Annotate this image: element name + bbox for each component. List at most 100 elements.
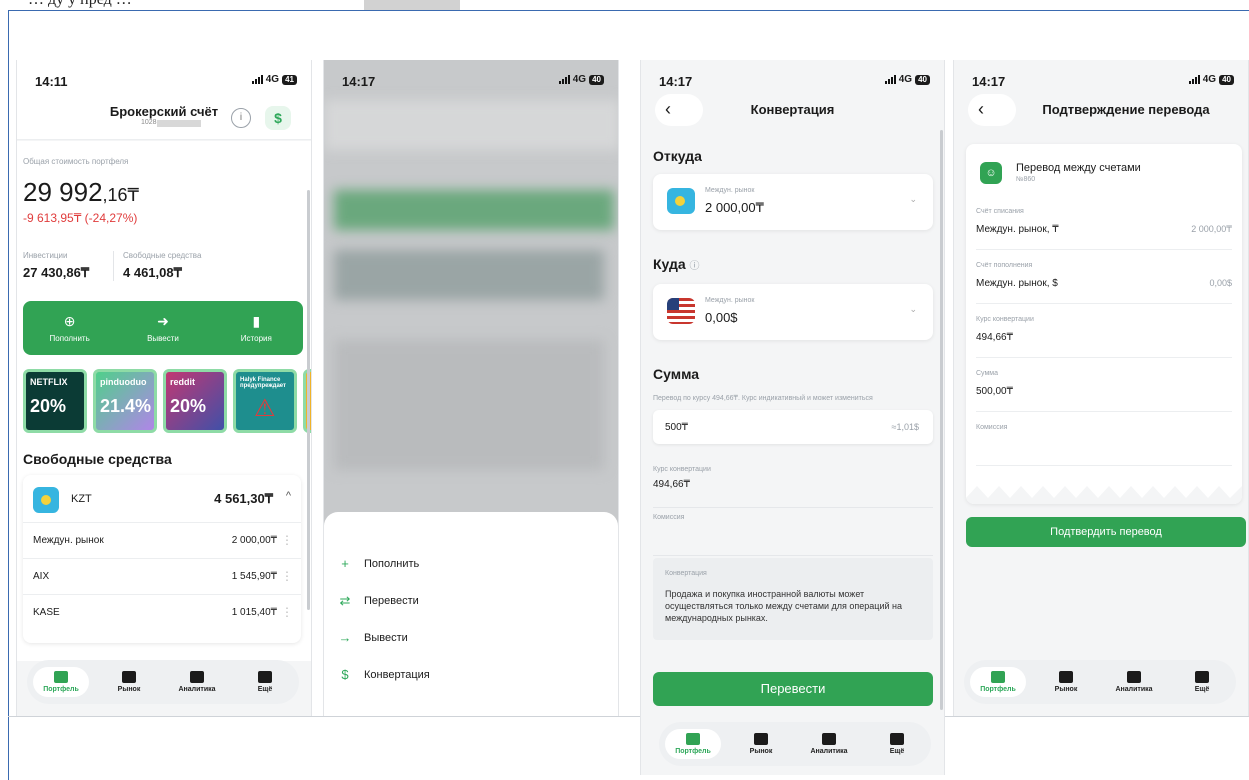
- info-icon[interactable]: i: [231, 108, 251, 128]
- to-account-select[interactable]: Междун. рынок 0,00$ ⌄: [653, 284, 933, 340]
- status-time: 14:17: [659, 74, 693, 89]
- free-funds-label: Свободные средства: [123, 251, 202, 260]
- battery-icon: 40: [915, 74, 930, 85]
- detail-row: Комиссия: [976, 416, 1232, 466]
- more-icon[interactable]: ⋮: [281, 569, 293, 583]
- promo-banner[interactable]: Halyk Finance предупреждает ⚠: [233, 369, 297, 433]
- tab-market[interactable]: Рынок: [733, 729, 789, 759]
- transfer-icon: ⇄: [339, 593, 351, 608]
- chart-icon: [122, 671, 136, 683]
- network-label: 4G: [1202, 74, 1217, 85]
- more-icon[interactable]: ⋮: [281, 605, 293, 619]
- chevron-left-icon: ‹: [978, 99, 984, 119]
- portfolio-value: 29 992,16₸: [23, 177, 140, 207]
- amount-input[interactable]: 500₸ ≈1,01$: [653, 410, 933, 444]
- confirm-transfer-button[interactable]: Подтвердить перевод: [966, 517, 1246, 547]
- signal-icon: [251, 75, 263, 84]
- investments-label: Инвестиции: [23, 251, 68, 260]
- tab-market[interactable]: Рынок: [1038, 667, 1094, 697]
- plus-icon: +: [341, 556, 349, 571]
- status-time: 14:11: [35, 74, 68, 89]
- currency-row[interactable]: KZT 4 561,30₸ ^: [23, 475, 301, 523]
- network-label: 4G: [898, 74, 913, 85]
- transfer-button[interactable]: Перевести: [653, 672, 933, 706]
- warning-icon: ⚠: [254, 395, 276, 422]
- deposit-button[interactable]: ⊕ Пополнить: [30, 313, 110, 343]
- battery-icon: 40: [1219, 74, 1234, 85]
- chevron-down-icon: ⌄: [909, 194, 917, 204]
- redacted-block: [157, 120, 201, 127]
- tab-more[interactable]: Ещё: [237, 667, 293, 697]
- arrow-right-circle-icon: ➜: [157, 313, 169, 329]
- menu-item-conversion[interactable]: $ Конвертация: [338, 667, 429, 682]
- document-icon: ▮: [252, 313, 261, 329]
- action-bar: ⊕ Пополнить ➜ Вывести ▮ История: [23, 301, 303, 355]
- confirmation-card: ☺ Перевод между счетами №860 Счёт списан…: [966, 144, 1242, 504]
- chart-icon: [754, 733, 768, 745]
- menu-item-withdraw[interactable]: → Вывести: [338, 630, 408, 645]
- currency-icon[interactable]: $: [265, 106, 291, 130]
- bottom-tab-bar: Портфель Рынок Аналитика Ещё: [964, 660, 1236, 704]
- chart-icon: [1059, 671, 1073, 683]
- list-item[interactable]: KASE 1 015,40₸ ⋮: [23, 595, 301, 631]
- back-button[interactable]: ‹: [655, 94, 703, 126]
- usa-flag-icon: [667, 298, 695, 324]
- account-number: 1028: [141, 119, 157, 126]
- portfolio-body: Общая стоимость портфеля 29 992,16₸ -9 6…: [17, 141, 311, 661]
- tab-portfolio[interactable]: Портфель: [665, 729, 721, 759]
- transfer-number: №860: [1016, 176, 1036, 183]
- tab-more[interactable]: Ещё: [869, 729, 925, 759]
- phone-portfolio: 14:11 4G 41 Брокерский счёт 1028 i $ Обща…: [16, 60, 312, 716]
- tab-portfolio[interactable]: Портфель: [33, 667, 89, 697]
- bottom-tab-bar: Портфель Рынок Аналитика Ещё: [27, 660, 299, 704]
- menu-item-deposit[interactable]: + Пополнить: [338, 556, 419, 571]
- menu-item-transfer[interactable]: ⇄ Перевести: [338, 593, 419, 609]
- section-title: Свободные средства: [23, 451, 172, 467]
- portfolio-change: -9 613,95₸ (-24,27%): [23, 211, 138, 225]
- from-account-select[interactable]: Междун. рынок 2 000,00₸ ⌄: [653, 174, 933, 230]
- back-button[interactable]: ‹: [968, 94, 1016, 126]
- history-button[interactable]: ▮ История: [216, 313, 296, 343]
- chevron-up-icon[interactable]: ^: [286, 490, 291, 502]
- scrollbar[interactable]: [940, 130, 943, 710]
- document-fragment: … ду у пред …: [0, 0, 1249, 10]
- more-icon[interactable]: ⋮: [281, 533, 293, 547]
- promo-banner[interactable]: NETFLIX 20%: [23, 369, 87, 433]
- investments-value: 27 430,86₸: [23, 265, 90, 280]
- tab-analytics[interactable]: Аналитика: [801, 729, 857, 759]
- promo-banner[interactable]: reddit 20%: [163, 369, 227, 433]
- promo-banner[interactable]: pinduoduo 21.4%: [93, 369, 157, 433]
- exchange-icon: $: [341, 667, 349, 682]
- news-icon: [190, 671, 204, 683]
- signal-icon: [1188, 75, 1200, 84]
- network-label: 4G: [265, 74, 280, 85]
- phone-action-menu: 14:17 4G 40 + Пополнить ⇄ Перевести → Вывест…: [323, 60, 619, 716]
- divider: [8, 716, 1249, 717]
- receipt-edge: [966, 486, 1242, 504]
- network-label: 4G: [572, 74, 587, 85]
- divider: [113, 251, 114, 281]
- list-item[interactable]: Междун. рынок 2 000,00₸ ⋮: [23, 523, 301, 559]
- kazakhstan-flag-icon: [33, 487, 59, 513]
- bottom-tab-bar: Портфель Рынок Аналитика Ещё: [659, 722, 931, 766]
- to-label: Куда ⓘ: [653, 256, 700, 272]
- list-item[interactable]: AIX 1 545,90₸ ⋮: [23, 559, 301, 595]
- detail-row: Сумма 500,00₸: [976, 362, 1232, 412]
- withdraw-button[interactable]: ➜ Вывести: [123, 313, 203, 343]
- portfolio-label: Общая стоимость портфеля: [23, 157, 129, 166]
- promo-carousel: NETFLIX 20% pinduoduo 21.4% reddit 20% Haly…: [19, 369, 311, 437]
- currency-card: KZT 4 561,30₸ ^ Междун. рынок 2 000,00₸ ⋮ …: [23, 475, 301, 643]
- info-icon[interactable]: ⓘ: [690, 261, 700, 272]
- chevron-left-icon: ‹: [665, 99, 671, 119]
- detail-row: Счёт пополнения Междун. рынок, $0,00$: [976, 254, 1232, 304]
- status-time: 14:17: [972, 74, 1006, 89]
- phone-confirm-transfer: 14:17 4G 40 Подтверждение перевода ‹ ☺ Пе…: [953, 60, 1249, 716]
- rate-note: Перевод по курсу 494,66₸. Курс индикатив…: [653, 395, 873, 402]
- tab-market[interactable]: Рынок: [101, 667, 157, 697]
- tab-portfolio[interactable]: Портфель: [970, 667, 1026, 697]
- tab-more[interactable]: Ещё: [1174, 667, 1230, 697]
- battery-icon: 40: [589, 74, 604, 85]
- tab-analytics[interactable]: Аналитика: [169, 667, 225, 697]
- scrollbar[interactable]: [307, 190, 310, 610]
- tab-analytics[interactable]: Аналитика: [1106, 667, 1162, 697]
